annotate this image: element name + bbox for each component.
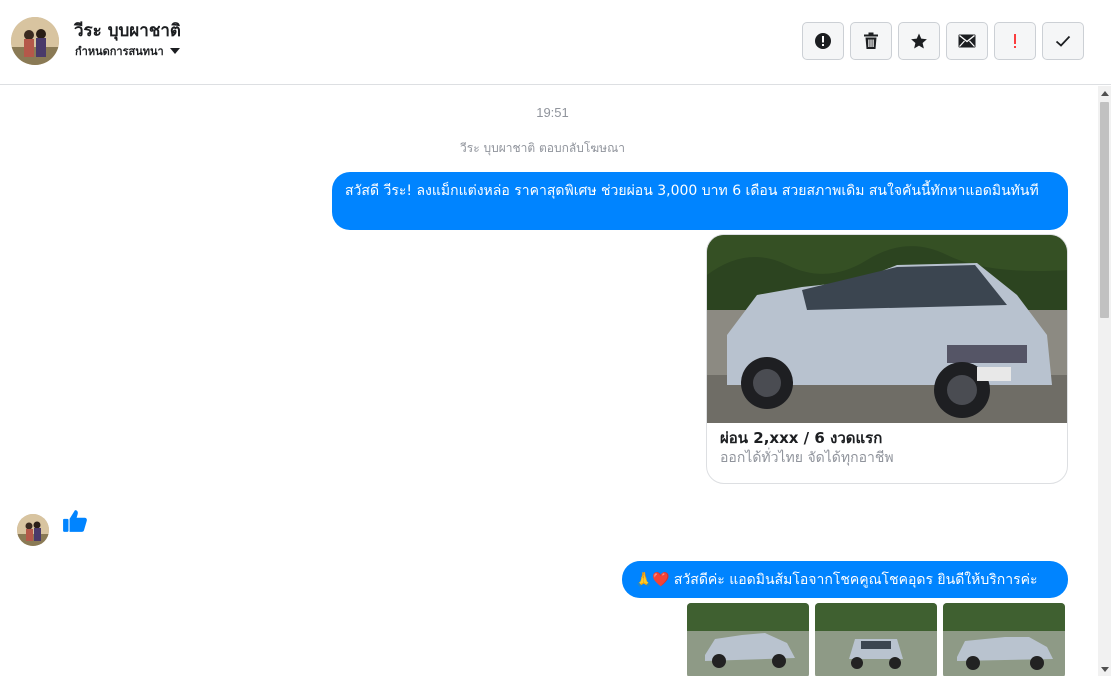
- mark-spam-button[interactable]: [802, 22, 844, 60]
- gallery-image[interactable]: [815, 603, 937, 676]
- mark-unread-button[interactable]: [946, 22, 988, 60]
- ad-card[interactable]: ผ่อน 2,xxx / 6 งวดแรก ออกได้ทั่วไทย จัดไ…: [706, 234, 1068, 484]
- contact-avatar[interactable]: [11, 17, 59, 65]
- priority-exclamation-icon: [1014, 34, 1016, 48]
- greeting-emoji: 🙏❤️: [635, 571, 670, 588]
- conversation-settings-label: กำหนดการสนทนา: [75, 45, 164, 58]
- thumbs-up-icon: [63, 510, 87, 532]
- envelope-icon: [958, 34, 976, 48]
- conversation-toolbar: [802, 22, 1084, 60]
- delete-button[interactable]: [850, 22, 892, 60]
- caret-down-icon: [169, 48, 180, 54]
- follow-up-button[interactable]: [994, 22, 1036, 60]
- gallery-image[interactable]: [943, 603, 1065, 676]
- exclamation-circle-icon: [815, 33, 831, 49]
- star-icon: [911, 33, 927, 49]
- greeting-text: สวัสดีค่ะ แอดมินส้มโอจากโชคคูณโชคอุดร ยิ…: [673, 571, 1038, 588]
- timestamp: 19:51: [536, 105, 569, 120]
- contact-name[interactable]: วีระ บุบผาชาติ: [74, 17, 181, 44]
- scroll-up-arrow-icon[interactable]: [1098, 86, 1111, 100]
- gallery-image[interactable]: [687, 603, 809, 676]
- trash-icon: [864, 32, 878, 49]
- image-gallery: [687, 603, 1065, 676]
- ad-image: [707, 235, 1067, 423]
- message-thread: 19:51 วีระ บุบผาชาติ ตอบกลับโฆษณา สวัสดี…: [0, 86, 1098, 676]
- mark-done-button[interactable]: [1042, 22, 1084, 60]
- conversation-header: วีระ บุบผาชาติ กำหนดการสนทนา: [0, 0, 1111, 85]
- checkmark-icon: [1055, 35, 1071, 47]
- ad-card-subtitle: ออกได้ทั่วไทย จัดได้ทุกอาชีพ: [720, 450, 894, 466]
- ad-reply-note: วีระ บุบผาชาติ ตอบกลับโฆษณา: [460, 141, 625, 155]
- vertical-scrollbar[interactable]: [1098, 86, 1111, 676]
- outgoing-message[interactable]: สวัสดี วีระ! ลงแม็กแต่งหล่อ ราคาสุดพิเศษ…: [332, 172, 1068, 230]
- contact-avatar-small: [17, 514, 49, 546]
- star-button[interactable]: [898, 22, 940, 60]
- scroll-thumb[interactable]: [1100, 102, 1109, 318]
- conversation-settings-dropdown[interactable]: กำหนดการสนทนา: [75, 42, 180, 60]
- scroll-down-arrow-icon[interactable]: [1098, 662, 1111, 676]
- outgoing-greeting-message[interactable]: 🙏❤️ สวัสดีค่ะ แอดมินส้มโอจากโชคคูณโชคอุด…: [622, 561, 1068, 598]
